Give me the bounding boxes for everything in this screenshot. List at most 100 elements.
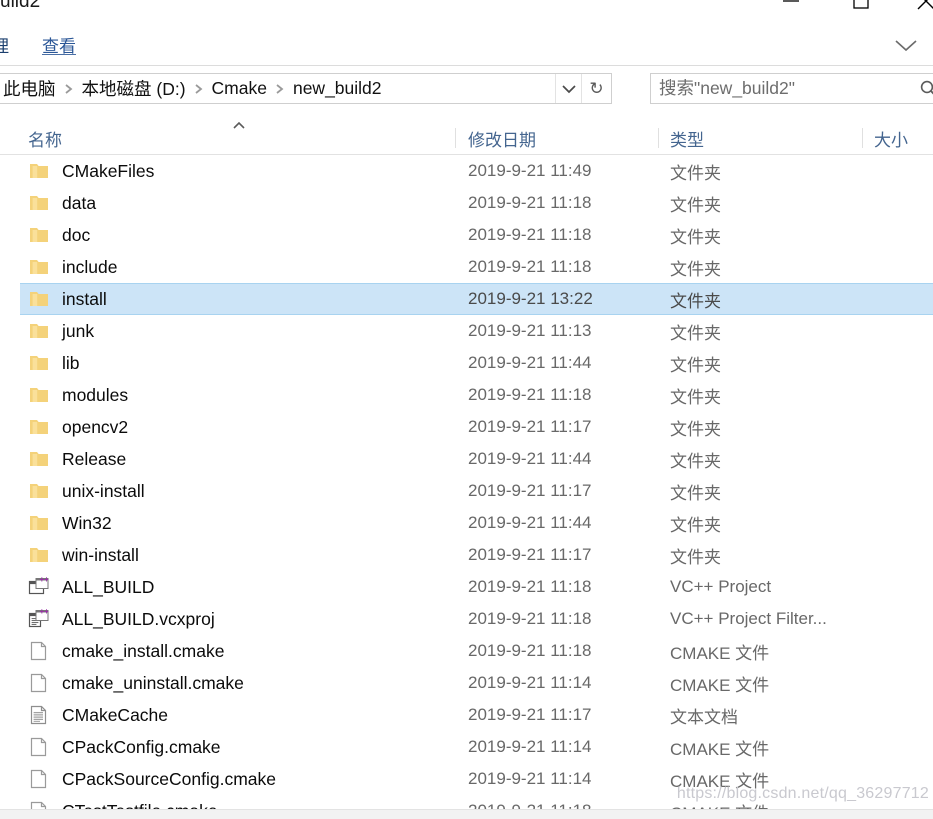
- refresh-button[interactable]: ↻: [581, 74, 611, 103]
- file-type-cell: 文件夹: [670, 483, 721, 503]
- file-name-label: ALL_BUILD: [62, 576, 155, 597]
- file-row[interactable]: Release 2019-9-21 11:44 文件夹: [0, 443, 933, 475]
- file-row[interactable]: opencv2 2019-9-21 11:17 文件夹: [0, 411, 933, 443]
- column-divider[interactable]: [658, 128, 659, 148]
- file-type-cell: 文件夹: [670, 227, 721, 247]
- file-date-cell: 2019-9-21 11:17: [468, 705, 592, 724]
- file-type-cell: 文件夹: [670, 547, 721, 567]
- maximize-icon: [853, 0, 869, 9]
- file-name-cell: include: [28, 256, 117, 278]
- column-divider[interactable]: [455, 128, 456, 148]
- column-header-size[interactable]: 大小: [874, 122, 908, 154]
- tab-manage[interactable]: 理: [0, 22, 9, 66]
- column-header-name[interactable]: 名称: [28, 122, 62, 154]
- file-name-label: include: [62, 256, 118, 277]
- file-date-cell: 2019-9-21 11:18: [468, 193, 592, 212]
- folder-icon: [28, 352, 56, 374]
- file-row[interactable]: Win32 2019-9-21 11:44 文件夹: [0, 507, 933, 539]
- file-row[interactable]: doc 2019-9-21 11:18 文件夹: [0, 219, 933, 251]
- file-date-cell: 2019-9-21 11:18: [468, 577, 592, 596]
- file-row[interactable]: cmake_uninstall.cmake 2019-9-21 11:14 CMAK…: [0, 667, 933, 699]
- ribbon-tab-strip: 理 查看: [0, 22, 933, 66]
- breadcrumb-item-new-build2[interactable]: new_build2: [291, 78, 384, 99]
- maximize-button[interactable]: [838, 0, 884, 16]
- file-date-cell: 2019-9-21 11:44: [468, 353, 592, 372]
- file-row[interactable]: ++ ALL_BUILD.vcxproj 2019-9-21 11:18 VC++ P…: [0, 603, 933, 635]
- file-name-label: opencv2: [62, 416, 129, 437]
- file-type-cell: 文件夹: [670, 387, 721, 407]
- search-icon: [920, 80, 933, 94]
- file-row[interactable]: cmake_install.cmake 2019-9-21 11:18 CMAKE …: [0, 635, 933, 667]
- file-row[interactable]: data 2019-9-21 11:18 文件夹: [0, 187, 933, 219]
- file-row[interactable]: junk 2019-9-21 11:13 文件夹: [0, 315, 933, 347]
- tab-view[interactable]: 查看: [42, 22, 76, 66]
- breadcrumb-item-local-disk-d[interactable]: 本地磁盘 (D:): [80, 76, 188, 101]
- file-type-cell: 文件夹: [670, 419, 721, 439]
- ribbon-expand-button[interactable]: [889, 32, 923, 58]
- file-row[interactable]: include 2019-9-21 11:18 文件夹: [0, 251, 933, 283]
- column-header-date-label: 修改日期: [468, 130, 536, 150]
- tab-view-label: 查看: [42, 36, 76, 56]
- file-row[interactable]: CMakeCache 2019-9-21 11:17 文本文档: [0, 699, 933, 731]
- document-icon: [28, 736, 56, 758]
- file-date-cell: 2019-9-21 11:18: [468, 641, 592, 660]
- breadcrumb-item-cmake[interactable]: Cmake: [210, 78, 269, 99]
- column-header-type[interactable]: 类型: [670, 122, 704, 154]
- file-date-cell: 2019-9-21 11:44: [468, 449, 592, 468]
- breadcrumb-separator: [58, 83, 80, 95]
- file-date-cell: 2019-9-21 11:14: [468, 673, 592, 692]
- window-title: uild2: [0, 0, 41, 12]
- file-name-cell: CMakeFiles: [28, 160, 154, 182]
- file-type-cell: 文件夹: [670, 355, 721, 375]
- file-row[interactable]: lib 2019-9-21 11:44 文件夹: [0, 347, 933, 379]
- file-row[interactable]: CPackSourceConfig.cmake 2019-9-21 11:14 CM…: [0, 763, 933, 795]
- column-header-size-label: 大小: [874, 130, 908, 150]
- column-divider[interactable]: [862, 128, 863, 148]
- address-bar[interactable]: 此电脑 本地磁盘 (D:) Cmake new_build2 ↻: [0, 73, 612, 104]
- chevron-right-icon: [64, 83, 72, 94]
- folder-icon: [28, 320, 56, 342]
- file-type-cell: CMAKE 文件: [670, 643, 770, 663]
- close-icon: [917, 0, 933, 10]
- file-date-cell: 2019-9-21 11:13: [468, 321, 592, 340]
- file-row[interactable]: CMakeFiles 2019-9-21 11:49 文件夹: [0, 155, 933, 187]
- search-input[interactable]: [651, 74, 914, 103]
- file-date-cell: 2019-9-21 11:14: [468, 737, 592, 756]
- file-name-cell: lib: [28, 352, 80, 374]
- file-name-label: ALL_BUILD.vcxproj: [62, 608, 215, 629]
- file-list[interactable]: CMakeFiles 2019-9-21 11:49 文件夹 data 2019-9-2…: [0, 155, 933, 810]
- file-row[interactable]: CPackConfig.cmake 2019-9-21 11:14 CMAKE 文件: [0, 731, 933, 763]
- file-date-cell: 2019-9-21 11:18: [468, 225, 592, 244]
- file-row[interactable]: modules 2019-9-21 11:18 文件夹: [0, 379, 933, 411]
- file-name-cell: install: [28, 288, 107, 310]
- file-row[interactable]: unix-install 2019-9-21 11:17 文件夹: [0, 475, 933, 507]
- close-button[interactable]: [903, 0, 933, 16]
- file-row-selected[interactable]: install 2019-9-21 13:22 文件夹: [20, 283, 933, 315]
- minimize-icon: [783, 0, 799, 2]
- breadcrumb-separator: [188, 83, 210, 95]
- file-row[interactable]: ++ ALL_BUILD 2019-9-21 11:18 VC++ Project: [0, 571, 933, 603]
- file-name-cell: opencv2: [28, 416, 128, 438]
- file-name-label: lib: [62, 352, 80, 373]
- search-button[interactable]: [914, 74, 933, 103]
- file-date-cell: 2019-9-21 11:17: [468, 417, 592, 436]
- breadcrumb-item-this-pc[interactable]: 此电脑: [1, 76, 58, 101]
- file-date-cell: 2019-9-21 11:17: [468, 545, 592, 564]
- breadcrumb[interactable]: 此电脑 本地磁盘 (D:) Cmake new_build2: [0, 76, 555, 101]
- file-date-cell: 2019-9-21 11:49: [468, 161, 592, 180]
- column-header-date[interactable]: 修改日期: [468, 122, 536, 154]
- column-header-name-label: 名称: [28, 130, 62, 150]
- folder-icon: [28, 160, 56, 182]
- file-name-cell: junk: [28, 320, 94, 342]
- file-name-label: CPackSourceConfig.cmake: [62, 768, 276, 789]
- address-dropdown-button[interactable]: [555, 74, 581, 103]
- breadcrumb-separator: [269, 83, 291, 95]
- folder-icon: [28, 224, 56, 246]
- file-row[interactable]: CTestTestfile.cmake2019-9-21 11:18CMAKE …: [0, 795, 933, 810]
- folder-icon: [28, 256, 56, 278]
- file-type-cell: CMAKE 文件: [670, 771, 770, 791]
- file-row[interactable]: win-install 2019-9-21 11:17 文件夹: [0, 539, 933, 571]
- minimize-button[interactable]: [768, 0, 814, 16]
- search-box[interactable]: [650, 73, 933, 104]
- svg-text:++: ++: [40, 609, 50, 616]
